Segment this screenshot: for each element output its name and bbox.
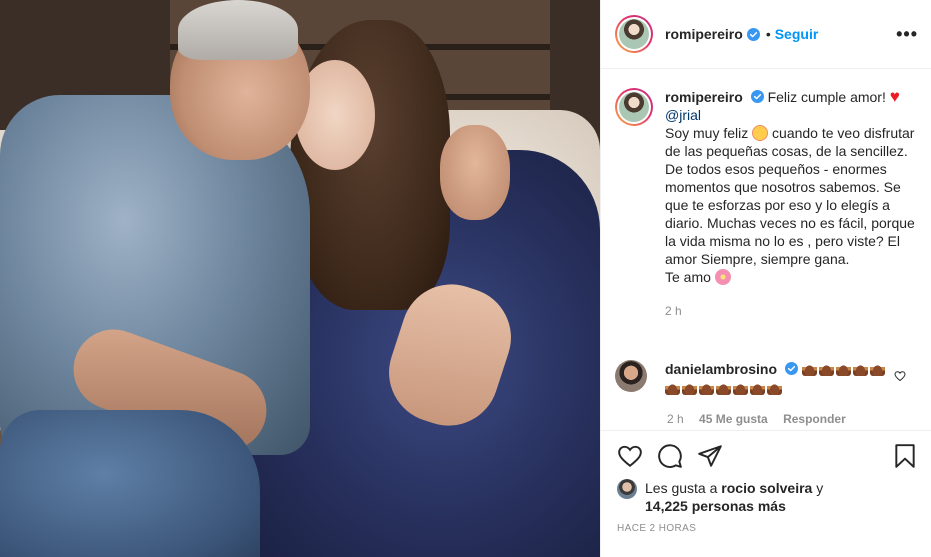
caption-body: romipereiro Feliz cumple amor! ♥ @jrial …: [665, 88, 920, 320]
comment-icon[interactable]: [657, 443, 683, 469]
photo-hand: [440, 125, 510, 220]
cake-emoji-icon: [750, 381, 765, 395]
post-actions: Les gusta a rocio solveira y 14,225 pers…: [601, 430, 931, 557]
comment-body: danielambrosino: [665, 360, 895, 398]
likes-and: y: [812, 480, 824, 496]
likes-count[interactable]: 14,225 personas más: [645, 498, 786, 514]
cake-emoji-icon: [733, 381, 748, 395]
photo-man-hair: [178, 0, 298, 60]
cake-emoji-icon: [665, 381, 680, 395]
flower-emoji-icon: [714, 269, 731, 285]
comment-item: danielambrosino 2 h 45 Me gusta Responde…: [615, 360, 920, 426]
cake-emoji-icon: [818, 362, 834, 376]
comment-reply-button[interactable]: Responder: [783, 412, 846, 426]
commenter-avatar[interactable]: [615, 360, 647, 392]
caption-text-b: cuando te veo disfrutar de las pequeñas …: [665, 125, 915, 267]
caption-text-a: Soy muy feliz: [665, 125, 753, 141]
caption-username[interactable]: romipereiro: [665, 89, 743, 105]
commenter-username[interactable]: danielambrosino: [665, 361, 777, 377]
author-username[interactable]: romipereiro: [665, 26, 743, 42]
heart-icon[interactable]: [617, 443, 643, 469]
liker-username[interactable]: rocio solveira: [721, 480, 812, 496]
heart-emoji-icon: ♥: [889, 87, 900, 106]
comment-likes[interactable]: 45 Me gusta: [699, 412, 768, 426]
cake-emoji-icon: [716, 381, 731, 395]
caption-line1: Feliz cumple amor!: [767, 89, 890, 105]
post-side-panel: romipereiro • Seguir ••• romipereiro Fel…: [600, 0, 931, 557]
likes-prefix: Les gusta a: [645, 480, 722, 496]
cake-emoji-icon: [682, 381, 697, 395]
caption-text-c: Te amo: [665, 269, 715, 285]
mention-link[interactable]: @jrial: [665, 107, 701, 123]
photo-woman-hair: [290, 20, 450, 310]
cake-emoji-icon: [801, 362, 817, 376]
action-icon-row: [617, 443, 737, 469]
author-avatar[interactable]: [615, 15, 653, 53]
follow-button[interactable]: Seguir: [775, 26, 819, 42]
post-photo[interactable]: [0, 0, 600, 557]
cake-emoji-icon: [767, 381, 782, 395]
verified-icon: [784, 362, 798, 375]
post-header: romipereiro • Seguir •••: [601, 0, 931, 69]
cake-emoji-icon: [869, 362, 885, 376]
cake-emoji-icon: [835, 362, 851, 376]
bookmark-icon[interactable]: [892, 443, 918, 469]
photo-jeans: [0, 410, 260, 557]
kebab-icon[interactable]: •••: [896, 24, 918, 45]
comment-time: 2 h: [667, 412, 684, 426]
verified-icon: [750, 90, 764, 103]
comment-like-heart-icon[interactable]: [894, 370, 906, 382]
comment-meta: 2 h 45 Me gusta Responder: [667, 412, 858, 426]
cake-emoji-icon: [852, 362, 868, 376]
verified-icon: [746, 27, 760, 41]
header-separator: •: [765, 26, 771, 42]
post-caption: romipereiro Feliz cumple amor! ♥ @jrial …: [615, 88, 920, 320]
cake-emoji-icon: [699, 381, 714, 395]
smiling-hearts-emoji-icon: [752, 125, 769, 141]
liker-avatar[interactable]: [617, 479, 637, 499]
instagram-post: romipereiro • Seguir ••• romipereiro Fel…: [0, 0, 931, 557]
post-timestamp[interactable]: HACE 2 HORAS: [617, 523, 696, 534]
caption-avatar[interactable]: [615, 88, 653, 126]
likes-summary: Les gusta a rocio solveira y 14,225 pers…: [617, 479, 917, 515]
share-icon[interactable]: [697, 443, 723, 469]
caption-time: 2 h: [665, 304, 682, 318]
